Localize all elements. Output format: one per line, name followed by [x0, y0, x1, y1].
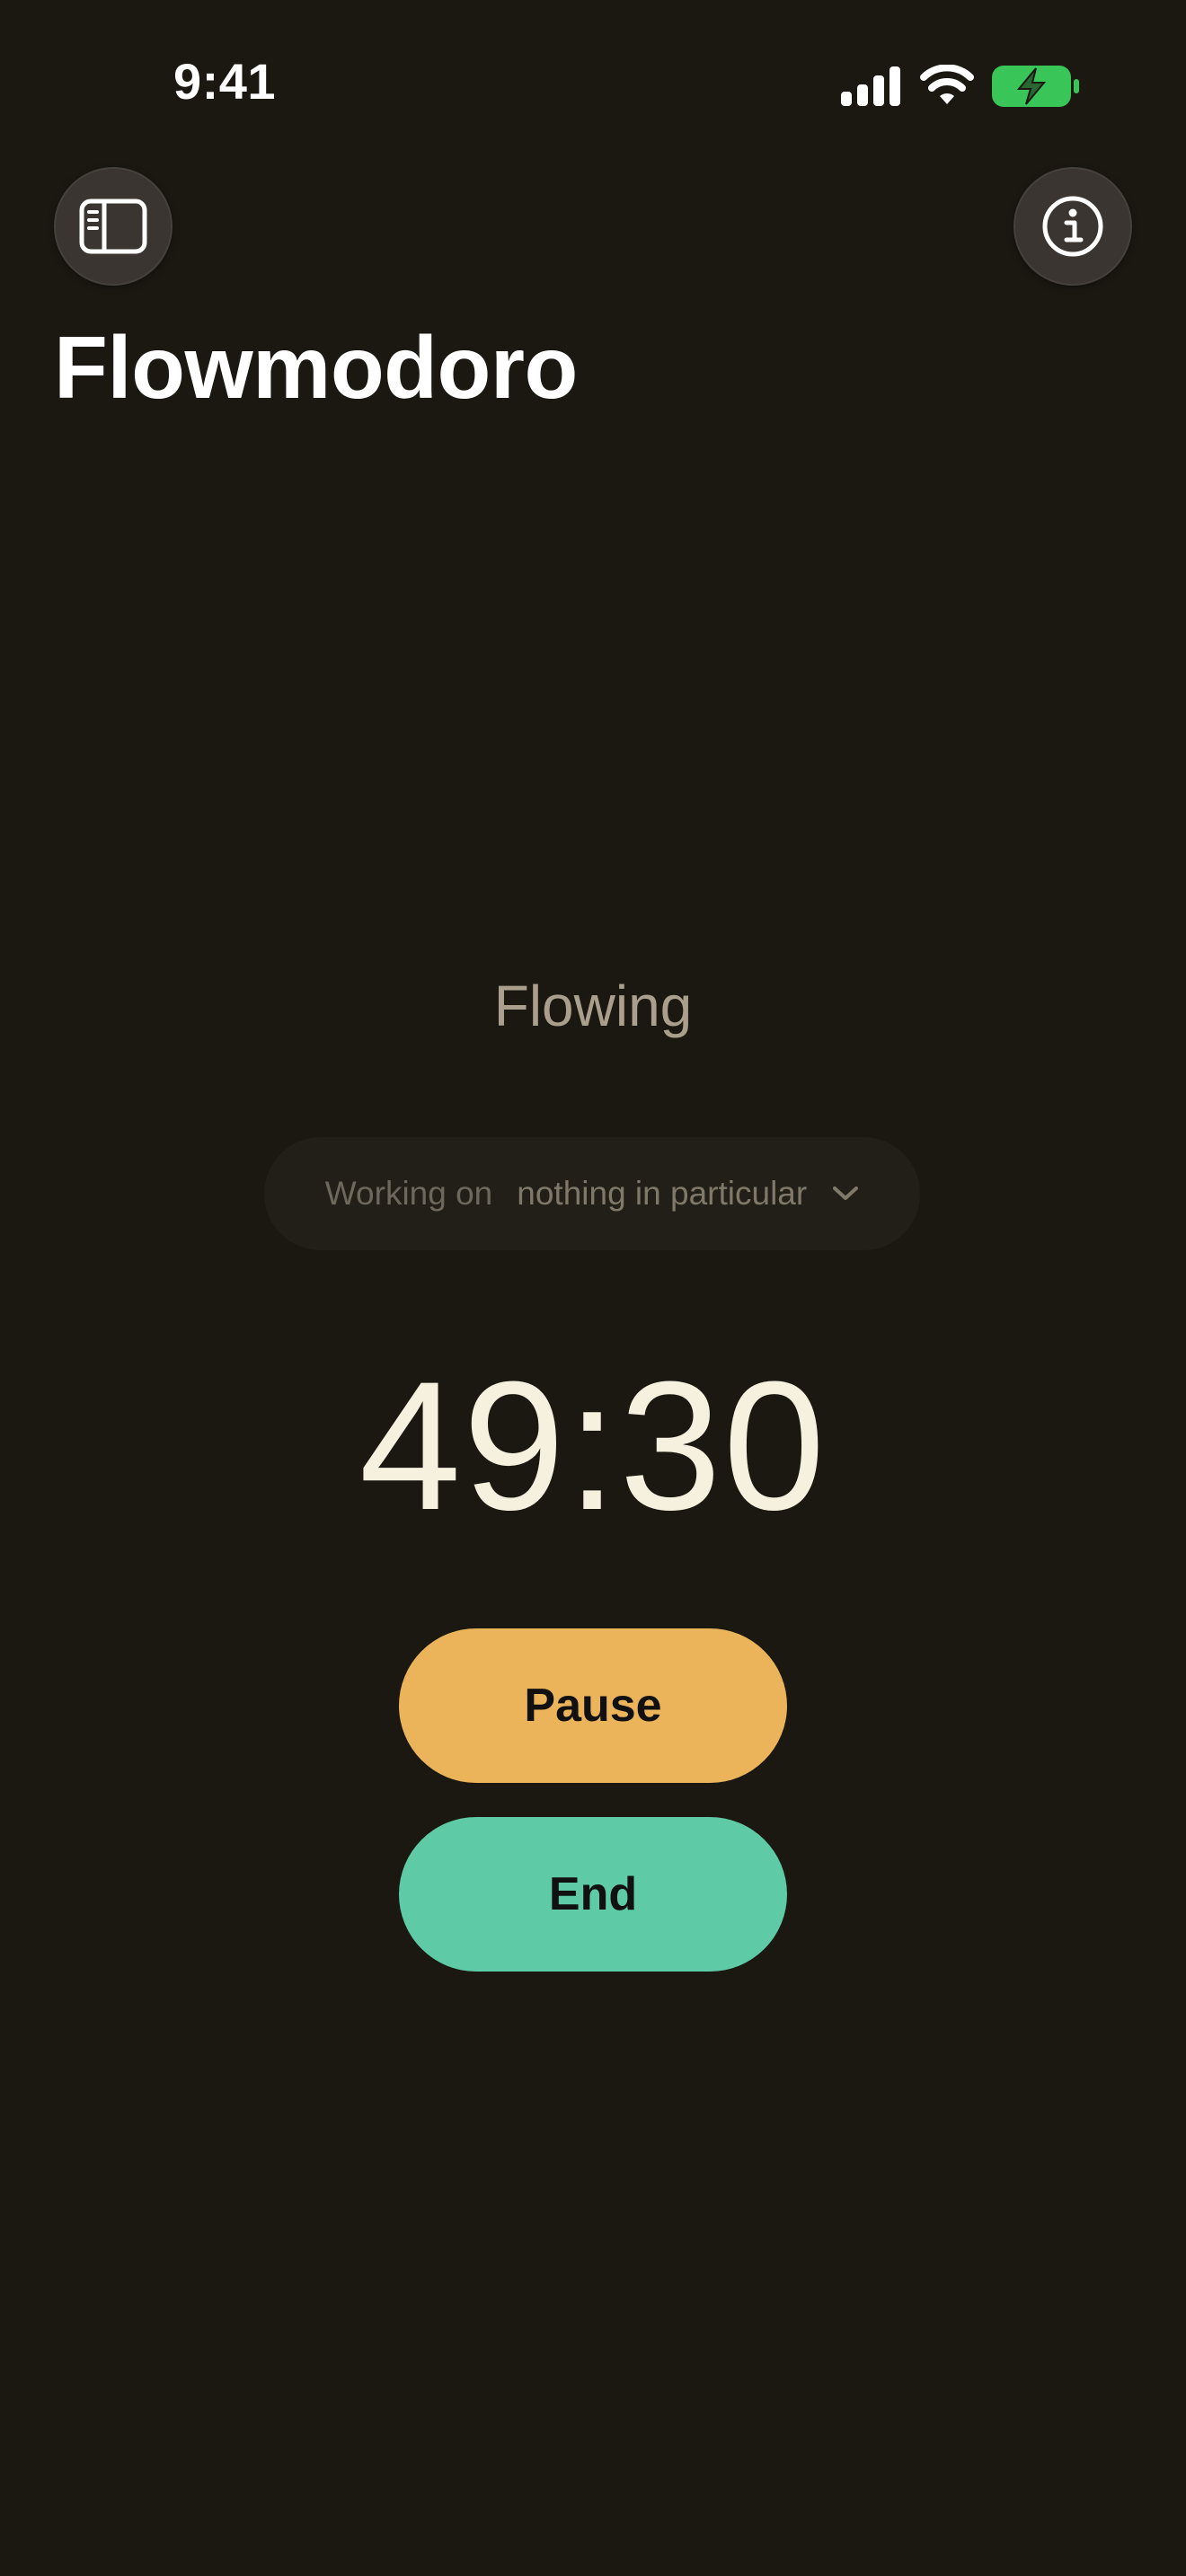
- status-time: 9:41: [173, 53, 277, 110]
- wifi-icon: [920, 65, 974, 104]
- sidebar-toggle-button[interactable]: [54, 167, 173, 286]
- timer-display: 49:30: [358, 1344, 828, 1548]
- task-picker[interactable]: Working on nothing in particular: [264, 1137, 920, 1250]
- sidebar-icon: [79, 198, 147, 254]
- info-icon: [1042, 196, 1103, 257]
- end-button-label: End: [548, 1868, 638, 1920]
- pause-button[interactable]: Pause: [399, 1628, 787, 1783]
- signal-icon: [841, 66, 900, 106]
- page-title: Flowmodoro: [54, 318, 578, 417]
- end-button[interactable]: End: [399, 1817, 787, 1972]
- status-bar: 9:41: [0, 0, 1186, 171]
- chevron-down-icon: [833, 1187, 859, 1200]
- task-picker-value: nothing in particular: [517, 1175, 808, 1212]
- task-picker-prefix: Working on: [324, 1175, 493, 1212]
- session-state-label: Flowing: [493, 974, 693, 1038]
- info-button[interactable]: [1013, 167, 1132, 286]
- battery-charging-icon: [992, 66, 1079, 107]
- pause-button-label: Pause: [524, 1680, 662, 1732]
